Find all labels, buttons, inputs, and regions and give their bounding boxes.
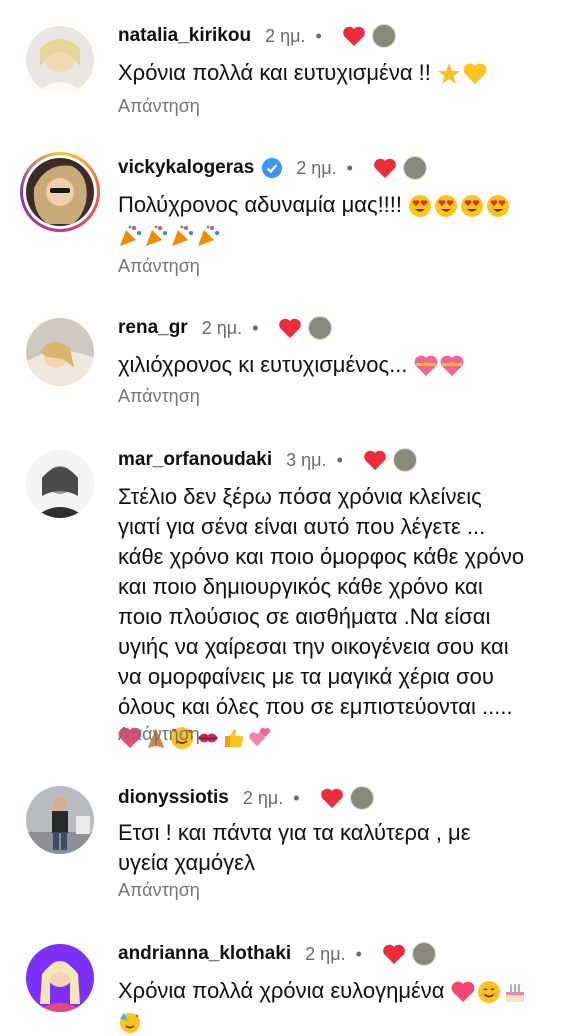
party-popper-icon: [172, 225, 193, 247]
reply-button[interactable]: Απάντηση: [118, 880, 200, 901]
heart-eyes-icon: [435, 195, 458, 218]
comment-text-line: Στέλιο δεν ξέρω πόσα χρόνια κλείνεις: [118, 484, 482, 509]
separator-dot: •: [355, 943, 362, 964]
comment-text-line: ποιο πλούσιος σε αισθήματα .Να είσαι: [118, 604, 491, 629]
comment-text: χιλιόχρονος κι ευτυχισμένος...: [118, 350, 548, 380]
verified-badge-icon: [262, 158, 283, 178]
reply-button[interactable]: Απάντηση: [118, 96, 200, 117]
emoji-group: [118, 224, 220, 248]
comment-text-body: Χρόνια πολλά και ευτυχισμένα !!: [118, 60, 431, 85]
author-like-avatar: [392, 448, 417, 472]
avatar[interactable]: [26, 158, 94, 226]
emoji-group: [408, 194, 510, 218]
comment-meta: vickykalogeras 2 ημ. •: [118, 152, 427, 184]
timestamp: 2 ημ.: [296, 157, 337, 178]
comment-text-line: και ποιο δημιουργικός κάθε χρόνο και: [118, 574, 483, 599]
comment-meta: andrianna_klothaki 2 ημ. •: [118, 938, 436, 970]
username[interactable]: andrianna_klothaki: [118, 943, 291, 965]
username[interactable]: mar_orfanoudaki: [118, 449, 272, 471]
author-like-avatar: [371, 24, 396, 48]
emoji-group: [451, 980, 527, 1004]
liked-heart-icon[interactable]: [363, 449, 387, 471]
liked-heart-icon[interactable]: [278, 317, 302, 339]
timestamp: 2 ημ.: [242, 787, 284, 808]
party-popper-icon: [146, 225, 167, 247]
timestamp: 2 ημ.: [201, 317, 243, 338]
comment-meta: natalia_kirikou 2 ημ. •: [118, 20, 396, 52]
pink-heart-icon: [451, 981, 475, 1003]
comment-text-line: υγιής να χαίρεσαι την οικογένεια σου και: [118, 634, 509, 659]
timestamp: 2 ημ.: [265, 25, 306, 46]
thumbs-up-icon: [225, 729, 244, 748]
comment-text: Πολύχρονος αδυναμία μας!!!!: [118, 190, 548, 220]
comment-meta: mar_orfanoudaki 3 ημ. •: [118, 444, 417, 476]
emoji-group: [118, 1010, 142, 1034]
author-like-avatar: [308, 316, 333, 340]
liked-heart-icon[interactable]: [320, 787, 344, 809]
partying-face-icon: [120, 1013, 140, 1034]
party-popper-icon: [120, 225, 141, 247]
comment-text-line: Ετσι ! και πάντα για τα καλύτερα , με: [118, 820, 471, 845]
comment-text-line: κάθε χρόνο και ποιο όμορφος κάθε χρόνο: [118, 544, 525, 569]
comment-text-line: γιατί για σένα είναι αυτό που λέγετε ...: [118, 514, 486, 539]
avatar[interactable]: [26, 26, 94, 94]
liked-heart-icon[interactable]: [382, 943, 406, 965]
two-hearts-icon: [249, 728, 271, 747]
reply-button[interactable]: Απάντηση: [118, 724, 200, 745]
author-like-avatar: [349, 786, 374, 810]
avatar[interactable]: [26, 450, 94, 518]
heart-with-ribbon-icon: [440, 355, 463, 377]
comment-text: Στέλιο δεν ξέρω πόσα χρόνια κλείνεις για…: [118, 482, 548, 752]
comment-text-line: υγεία χαμόγελ: [118, 850, 255, 875]
timestamp: 3 ημ.: [286, 449, 327, 470]
heart-eyes-icon: [461, 195, 484, 218]
yellow-heart-icon: [463, 63, 487, 85]
username[interactable]: vickykalogeras: [118, 157, 254, 179]
comment-text-line: όλους και όλες που σε εμπιστεύονται ....…: [118, 694, 513, 719]
avatar[interactable]: [26, 318, 94, 386]
comment-text-body: Πολύχρονος αδυναμία μας!!!!: [118, 192, 403, 217]
star-icon: [438, 63, 461, 85]
separator-dot: •: [293, 787, 300, 808]
comment-text-line: να ομορφαίνεις με τα μαγικά χέρια σου: [118, 664, 494, 689]
heart-eyes-icon: [487, 195, 510, 218]
heart-with-ribbon-icon: [414, 355, 437, 377]
reply-button[interactable]: Απάντηση: [118, 386, 200, 407]
emoji-group: [437, 62, 487, 86]
comment-text-body: χιλιόχρονος κι ευτυχισμένος...: [118, 352, 408, 377]
username[interactable]: dionyssiotis: [118, 787, 229, 809]
separator-dot: •: [346, 157, 353, 178]
comment-text: Ετσι ! και πάντα για τα καλύτερα , με υγ…: [118, 818, 548, 878]
comment-meta: rena_gr 2 ημ. •: [118, 312, 333, 344]
liked-heart-icon[interactable]: [373, 157, 397, 179]
separator-dot: •: [315, 25, 322, 46]
author-like-avatar: [402, 156, 427, 180]
comment-text-line: [118, 220, 548, 250]
avatar[interactable]: [26, 786, 94, 854]
separator-dot: •: [336, 449, 343, 470]
heart-eyes-icon: [409, 195, 432, 218]
emoji-group: [414, 354, 464, 378]
party-popper-icon: [198, 225, 219, 247]
username[interactable]: natalia_kirikou: [118, 25, 251, 47]
username[interactable]: rena_gr: [118, 317, 188, 339]
author-like-avatar: [411, 942, 436, 966]
comment-text-body: Χρόνια πολλά χρόνια ευλογημένα: [118, 978, 445, 1003]
smiling-face-icon: [477, 981, 500, 1004]
separator-dot: •: [252, 317, 259, 338]
comment-text: Χρόνια πολλά και ευτυχισμένα !!: [118, 58, 548, 88]
avatar[interactable]: [26, 944, 94, 1012]
comment-meta: dionyssiotis 2 ημ. •: [118, 782, 374, 814]
reply-button[interactable]: Απάντηση: [118, 256, 200, 277]
timestamp: 2 ημ.: [305, 943, 346, 964]
comment-text: Χρόνια πολλά χρόνια ευλογημένα: [118, 976, 548, 1036]
birthday-cake-icon: [505, 984, 524, 1003]
liked-heart-icon[interactable]: [342, 25, 366, 47]
